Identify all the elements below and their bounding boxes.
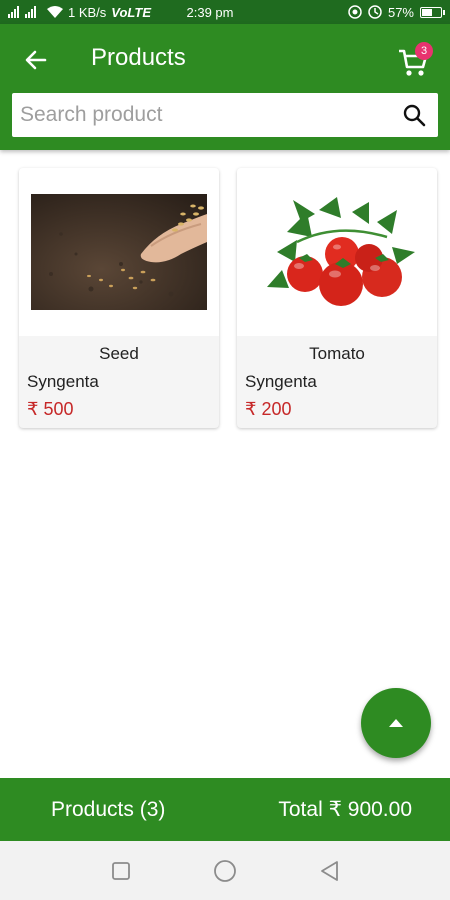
cart-count-badge: 3 xyxy=(415,42,433,60)
network-type: VoLTE xyxy=(111,4,152,20)
wifi-icon xyxy=(47,6,63,18)
signal-icon xyxy=(8,6,36,18)
product-name: Tomato xyxy=(309,344,365,363)
nav-back-icon[interactable] xyxy=(319,860,339,882)
back-button[interactable] xyxy=(18,42,54,78)
cart-button[interactable]: 3 xyxy=(396,40,436,80)
product-card[interactable]: Tomato Syngenta ₹ 200 xyxy=(237,168,437,428)
back-arrow-icon xyxy=(25,50,47,70)
scroll-up-button[interactable] xyxy=(361,688,431,758)
app-bar: Products 3 xyxy=(0,24,450,150)
battery-percent: 57% xyxy=(387,4,414,20)
search-button[interactable] xyxy=(400,101,428,129)
product-price: ₹ 500 xyxy=(27,399,74,419)
product-price: ₹ 200 xyxy=(245,399,292,419)
product-brand: Syngenta xyxy=(245,372,317,391)
system-nav-bar xyxy=(0,841,450,900)
product-grid: Seed Syngenta ₹ 500 Tomato Syngenta ₹ 20… xyxy=(19,168,439,428)
product-name: Seed xyxy=(99,344,139,363)
battery-icon xyxy=(420,6,445,18)
nav-home-icon[interactable] xyxy=(213,859,237,883)
bottom-summary-bar: Products (3) Total ₹ 900.00 xyxy=(0,778,450,841)
product-image xyxy=(237,168,437,336)
product-card[interactable]: Seed Syngenta ₹ 500 xyxy=(19,168,219,428)
tomato-image xyxy=(267,197,415,306)
seed-image xyxy=(31,194,207,310)
search-input[interactable] xyxy=(20,103,400,127)
nav-recent-icon[interactable] xyxy=(111,861,131,881)
search-icon xyxy=(403,104,426,127)
status-bar: 1 KB/s VoLTE 2:39 pm 57% xyxy=(0,0,450,24)
alarm-icon xyxy=(368,5,382,19)
battery-fill xyxy=(422,8,432,16)
network-speed: 1 KB/s xyxy=(68,4,107,20)
status-time: 2:39 pm xyxy=(186,4,234,20)
product-image xyxy=(19,168,219,336)
search-bar[interactable] xyxy=(12,93,438,137)
eye-icon xyxy=(348,5,362,19)
page-title: Products xyxy=(91,44,186,71)
products-count-label[interactable]: Products (3) xyxy=(51,798,165,822)
product-brand: Syngenta xyxy=(27,372,99,391)
total-label: Total ₹ 900.00 xyxy=(278,798,412,821)
scroll-up-icon xyxy=(389,719,403,727)
status-right: 57% xyxy=(272,4,445,20)
